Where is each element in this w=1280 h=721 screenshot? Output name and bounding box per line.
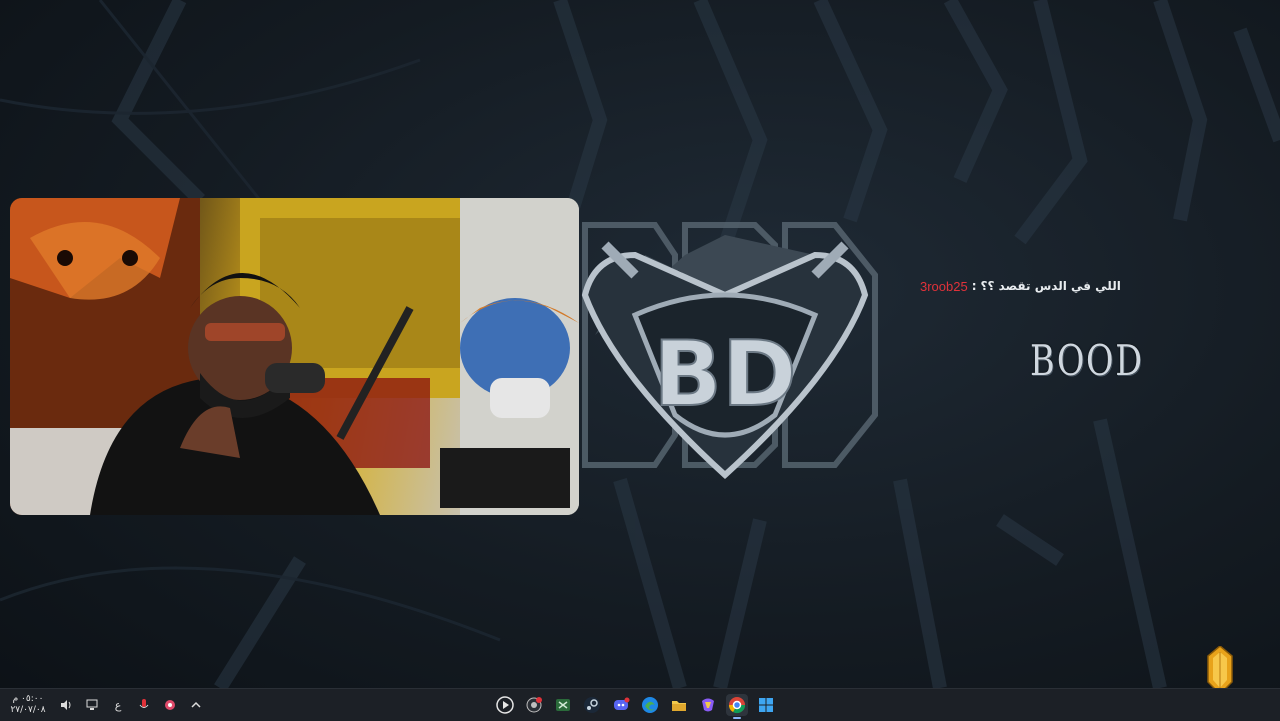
chat-message-text: اللي في الدس تقصد ؟؟ — [980, 279, 1121, 293]
brand-wordmark: BOOD — [1030, 336, 1144, 385]
chat-message: اللي في الدس تقصد ؟؟ : 3roob25 — [920, 277, 1121, 295]
edge-app-icon[interactable] — [639, 694, 661, 716]
clock-date: ٢٧/٠٧/٠٨ — [10, 705, 46, 715]
file-explorer-app-icon[interactable] — [668, 694, 690, 716]
pinned-apps — [494, 691, 777, 719]
chat-separator: : — [971, 279, 977, 293]
chevron-up-icon[interactable] — [188, 697, 204, 713]
discord-app-icon[interactable] — [610, 694, 632, 716]
taskbar: ٠٥:٠٠ م ٢٧/٠٧/٠٨ ع — [0, 688, 1280, 721]
system-tray: ٠٥:٠٠ م ٢٧/٠٧/٠٨ ع — [8, 689, 204, 721]
windows-start-icon[interactable] — [755, 694, 777, 716]
media-player-app-icon[interactable] — [494, 694, 516, 716]
webcam-overlay — [10, 198, 579, 515]
microphone-icon[interactable] — [136, 697, 152, 713]
app-tray-icon[interactable] — [162, 697, 178, 713]
clock-time: ٠٥:٠٠ م — [12, 694, 44, 704]
copilot-app-icon[interactable] — [697, 694, 719, 716]
svg-text:BD: BD — [653, 322, 796, 427]
speaker-icon[interactable] — [58, 697, 74, 713]
chrome-app-icon[interactable] — [726, 694, 748, 719]
network-icon[interactable] — [84, 697, 100, 713]
chat-username: 3roob25 — [920, 278, 968, 294]
language-indicator[interactable]: ع — [110, 697, 126, 713]
steam-app-icon[interactable] — [581, 694, 603, 716]
webcam-scene — [10, 198, 579, 515]
recording-app-icon[interactable] — [523, 694, 545, 716]
bood-logo: BD — [581, 222, 878, 480]
gem-icon[interactable] — [1205, 646, 1235, 694]
clock[interactable]: ٠٥:٠٠ م ٢٧/٠٧/٠٨ — [8, 694, 48, 716]
xbox-app-icon[interactable] — [552, 694, 574, 716]
